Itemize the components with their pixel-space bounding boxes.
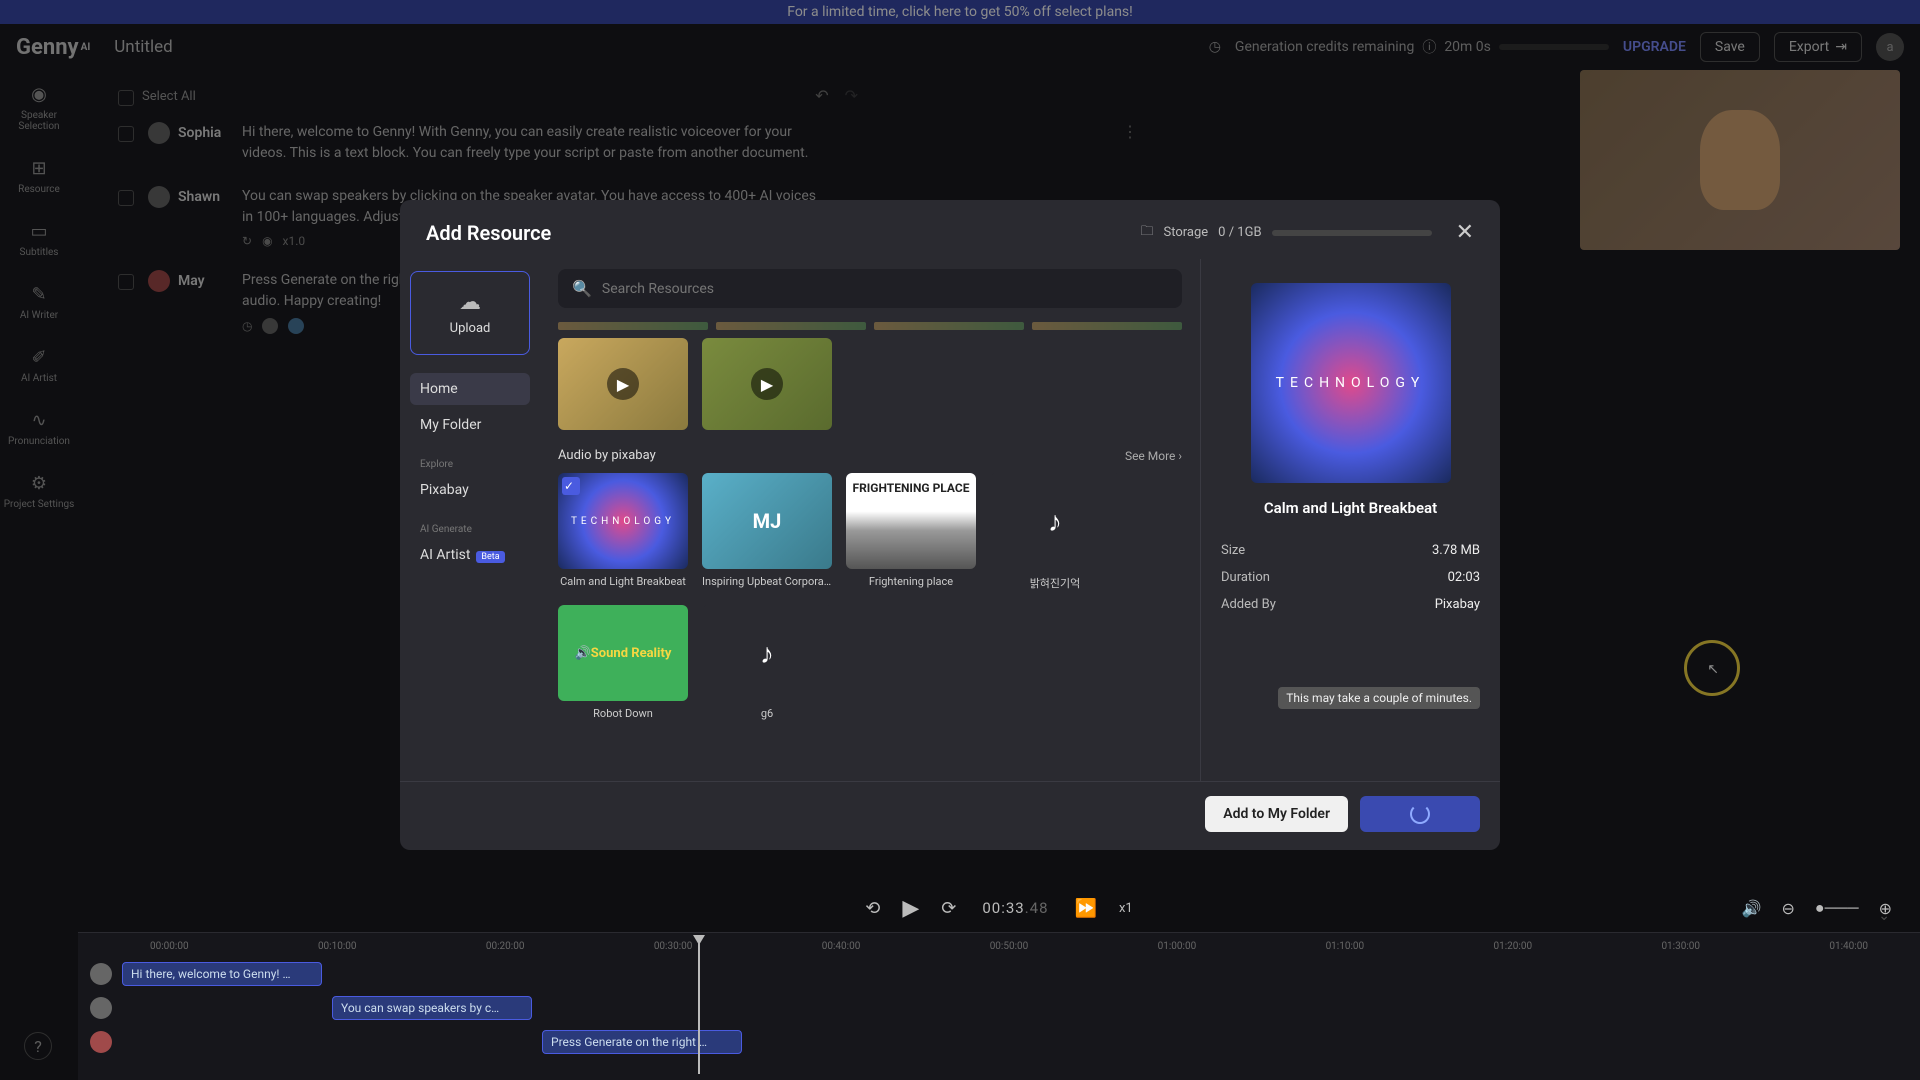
track-avatar [90, 963, 112, 985]
audio-section-title: Audio by pixabay [558, 448, 656, 463]
audio-card-selected[interactable]: ✓TECHNOLOGY Calm and Light Breakbeat [558, 473, 688, 591]
video-strip[interactable] [558, 322, 708, 330]
search-icon: 🔍 [572, 279, 592, 298]
audio-card[interactable]: 🔊Sound Reality Robot Down [558, 605, 688, 720]
detail-duration: Duration02:03 [1221, 564, 1480, 591]
storage-indicator: 🗀 Storage 0 / 1GB [1140, 222, 1431, 244]
modal-sidebar: ☁ Upload Home My Folder Explore Pixabay … [400, 259, 540, 781]
see-more-link[interactable]: See More › [1125, 449, 1182, 463]
play-icon[interactable]: ▶ [902, 896, 919, 921]
detail-artwork: TECHNOLOGY [1251, 283, 1451, 483]
audio-card[interactable]: ♪ g6 [702, 605, 832, 720]
speed-label[interactable]: x1 [1119, 901, 1133, 916]
detail-size: Size3.78 MB [1221, 537, 1480, 564]
nav-home[interactable]: Home [410, 373, 530, 405]
timeline-track[interactable]: Hi there, welcome to Genny! … [90, 960, 1908, 988]
resource-grid: 🔍 ▶ ▶ Audio by pixabay See More › ✓TECHN… [540, 259, 1200, 781]
timeline-track[interactable]: Press Generate on the right … [90, 1028, 1908, 1056]
play-icon: ▶ [607, 368, 639, 400]
resource-detail-panel: TECHNOLOGY Calm and Light Breakbeat Size… [1200, 259, 1500, 781]
zoom-out-icon[interactable]: ⊖ [1782, 899, 1795, 918]
timeline-track[interactable]: You can swap speakers by c… [90, 994, 1908, 1022]
nav-pixabay[interactable]: Pixabay [410, 474, 530, 506]
storage-progress [1272, 230, 1432, 236]
skip-back-icon[interactable]: ⟲ [865, 898, 880, 919]
timeline-clip[interactable]: Hi there, welcome to Genny! … [122, 962, 322, 986]
music-note-icon: ♪ [1048, 505, 1062, 538]
nav-section-explore: Explore [410, 459, 530, 470]
folder-icon: 🗀 [1140, 222, 1153, 244]
modal-title: Add Resource [426, 221, 551, 245]
timeline[interactable]: 00:00:0000:10:0000:20:0000:30:0000:40:00… [78, 932, 1920, 1080]
video-thumb[interactable]: ▶ [702, 338, 832, 430]
timeline-ruler: 00:00:0000:10:0000:20:0000:30:0000:40:00… [90, 941, 1908, 952]
detail-title: Calm and Light Breakbeat [1221, 499, 1480, 517]
detail-added-by: Added ByPixabay [1221, 591, 1480, 618]
zoom-slider[interactable]: ●─── [1815, 898, 1859, 918]
nav-my-folder[interactable]: My Folder [410, 409, 530, 441]
track-avatar [90, 1031, 112, 1053]
video-strip[interactable] [1032, 322, 1182, 330]
close-icon[interactable]: ✕ [1456, 220, 1474, 245]
volume-icon[interactable]: 🔊 [1742, 899, 1762, 918]
check-icon: ✓ [562, 477, 580, 495]
skip-forward-icon[interactable]: ⟳ [941, 898, 956, 919]
video-strip[interactable] [874, 322, 1024, 330]
cloud-upload-icon: ☁ [419, 290, 521, 315]
upload-button[interactable]: ☁ Upload [410, 271, 530, 355]
search-input[interactable] [602, 281, 1168, 297]
audio-card[interactable]: MJ Inspiring Upbeat Corporate… [702, 473, 832, 591]
add-resource-modal: Add Resource 🗀 Storage 0 / 1GB ✕ ☁ Uploa… [400, 200, 1500, 850]
audio-card[interactable]: ♪ 밝혀진기억 [990, 473, 1120, 591]
search-input-wrapper[interactable]: 🔍 [558, 269, 1182, 308]
timecode: 00:33.48 [982, 899, 1048, 917]
confirm-loading-button[interactable] [1360, 796, 1480, 832]
transport-bar: ⟲ ▶ ⟳ 00:33.48 ⏩ x1 🔊 ⊖ ●─── ⊕ [78, 884, 1920, 932]
add-to-folder-button[interactable]: Add to My Folder [1205, 796, 1348, 832]
audio-card[interactable]: FRIGHTENING PLACE Frightening place [846, 473, 976, 591]
timeline-clip[interactable]: You can swap speakers by c… [332, 996, 532, 1020]
nav-section-ai: AI Generate [410, 524, 530, 535]
timeline-clip[interactable]: Press Generate on the right … [542, 1030, 742, 1054]
playhead[interactable] [698, 939, 700, 1074]
music-note-icon: ♪ [760, 637, 774, 670]
beta-badge: Beta [476, 551, 504, 563]
video-thumb[interactable]: ▶ [558, 338, 688, 430]
play-icon: ▶ [751, 368, 783, 400]
loading-tooltip: This may take a couple of minutes. [1278, 687, 1480, 709]
nav-ai-artist[interactable]: AI ArtistBeta [410, 539, 530, 571]
fast-forward-icon[interactable]: ⏩ [1075, 898, 1097, 919]
zoom-in-icon[interactable]: ⊕ [1879, 899, 1892, 918]
video-strip[interactable] [716, 322, 866, 330]
track-avatar [90, 997, 112, 1019]
